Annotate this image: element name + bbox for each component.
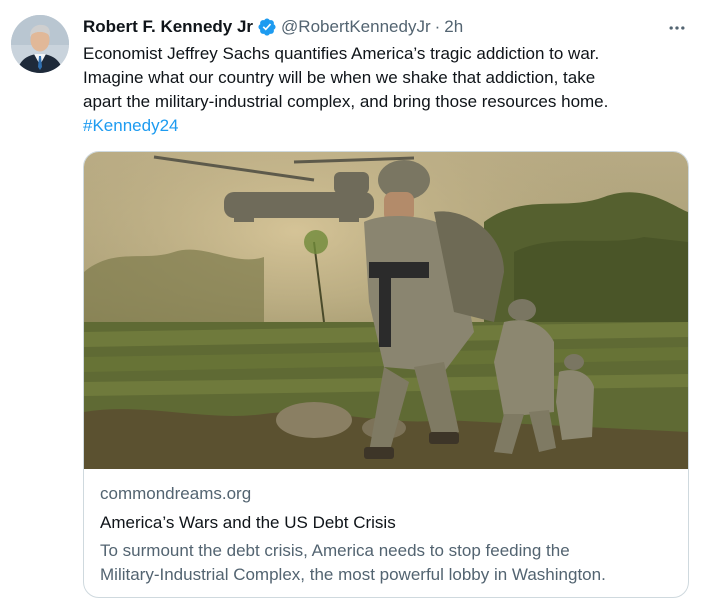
verified-badge-icon xyxy=(258,18,276,36)
card-title: America’s Wars and the US Debt Crisis xyxy=(100,513,396,532)
author-handle[interactable]: @RobertKennedyJr xyxy=(281,15,431,39)
author-name[interactable]: Robert F. Kennedy Jr xyxy=(83,15,253,39)
hashtag-link[interactable]: #Kennedy24 xyxy=(83,116,178,135)
card-description-line: Military-Industrial Complex, the most po… xyxy=(100,565,606,584)
tweet-header: Robert F. Kennedy Jr @RobertKennedyJr · … xyxy=(83,15,463,39)
avatar[interactable] xyxy=(11,15,69,73)
tweet-text-line: Economist Jeffrey Sachs quantifies Ameri… xyxy=(83,44,600,63)
tweet-text-line: apart the military-industrial complex, a… xyxy=(83,92,609,111)
card-description: To surmount the debt crisis, America nee… xyxy=(100,539,674,587)
separator-dot: · xyxy=(434,17,441,36)
card-description-line: To surmount the debt crisis, America nee… xyxy=(100,541,570,560)
link-preview-card[interactable]: commondreams.org America’s Wars and the … xyxy=(83,151,689,598)
card-image xyxy=(84,152,688,469)
tweet-text: Economist Jeffrey Sachs quantifies Ameri… xyxy=(83,42,683,138)
card-body: commondreams.org America’s Wars and the … xyxy=(100,482,674,587)
avatar-image xyxy=(11,15,69,73)
tweet-text-line: Imagine what our country will be when we… xyxy=(83,68,596,87)
card-domain: commondreams.org xyxy=(100,484,252,503)
more-horizontal-icon xyxy=(669,26,685,30)
timestamp[interactable]: 2h xyxy=(444,15,463,39)
more-options-button[interactable] xyxy=(665,16,689,40)
